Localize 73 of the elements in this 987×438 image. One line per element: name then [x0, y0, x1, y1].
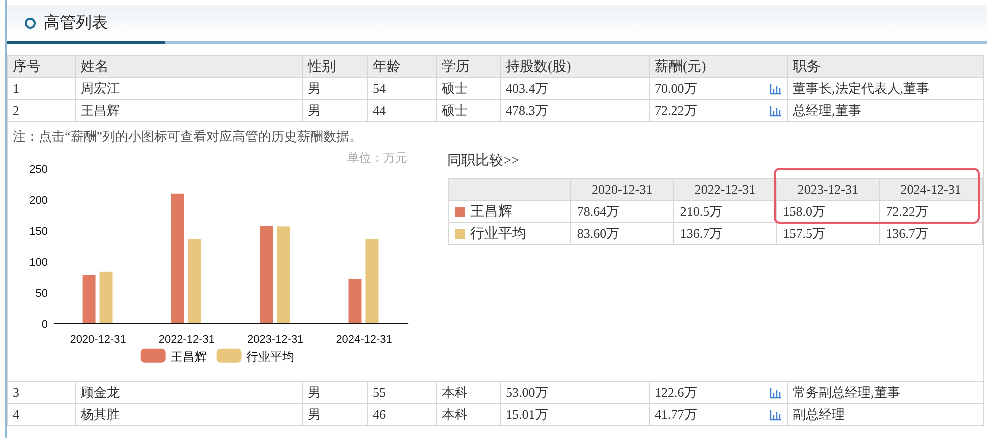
column-header: 2020-12-31: [570, 178, 674, 200]
column-header: 性别: [302, 56, 368, 78]
table-cell: 122.6万: [655, 384, 698, 402]
table-cell: 1: [8, 78, 76, 100]
axis-tick-label: 0: [42, 318, 48, 331]
table-cell: 54: [368, 78, 436, 100]
table-cell: 78.64万: [570, 200, 674, 222]
table-cell: 硕士: [436, 78, 500, 100]
axis-tick-label: 2024-12-31: [336, 334, 392, 346]
table-cell: 王昌辉: [76, 100, 302, 122]
axis-tick-label: 150: [30, 226, 48, 238]
axis-tick-label: 100: [30, 257, 48, 269]
table-cell: 478.3万: [500, 100, 650, 122]
table-cell: 4: [8, 404, 76, 426]
table-cell: 403.4万: [500, 78, 650, 100]
axis-tick-label: 2020-12-31: [70, 334, 126, 346]
table-cell: 53.00万: [500, 382, 650, 404]
comparison-title[interactable]: 同职比较>>: [448, 152, 520, 170]
axis-tick-label: 50: [36, 288, 48, 300]
table-cell: 周宏江: [76, 78, 302, 100]
unit-label: 单位：万元: [348, 151, 408, 166]
table-cell: 男: [302, 78, 368, 100]
table-cell: 硕士: [436, 100, 500, 122]
column-header: 2024-12-31: [880, 178, 982, 200]
table-cell: 董事长,法定代表人,董事: [788, 78, 984, 100]
table-cell: 本科: [436, 404, 500, 426]
table-cell: 男: [302, 382, 368, 404]
column-header: 年龄: [368, 56, 436, 78]
section-title: 高管列表: [44, 12, 108, 34]
axis-tick-label: 250: [30, 164, 48, 176]
table-cell: 2: [8, 100, 76, 122]
bar-chart-icon[interactable]: [770, 82, 782, 94]
table-cell: 44: [368, 100, 436, 122]
table-cell: 136.7万: [674, 222, 777, 244]
column-header: 姓名: [76, 56, 302, 78]
axis-tick-label: 2023-12-31: [248, 334, 304, 346]
table-cell: 41.77万: [655, 406, 698, 424]
axis-tick-label: 2022-12-31: [158, 334, 215, 346]
table-cell: 总经理,董事: [788, 100, 984, 122]
table-cell: 157.5万: [776, 222, 880, 244]
table-cell: 136.7万: [880, 222, 982, 244]
table-cell: 顾金龙: [76, 382, 302, 404]
circle-icon: [25, 18, 36, 28]
table-cell: 70.00万: [655, 80, 698, 98]
column-header: 学历: [436, 56, 500, 78]
table-cell: 本科: [436, 382, 500, 404]
column-header: 2022-12-31: [674, 178, 777, 200]
bar-chart-icon[interactable]: [770, 408, 782, 420]
column-header: 序号: [8, 56, 76, 78]
table-cell: 杨其胜: [76, 404, 302, 426]
table-cell: 55: [368, 382, 436, 404]
table-cell: 副总经理: [788, 404, 984, 426]
table-cell: 46: [368, 404, 436, 426]
table-cell: 83.60万: [570, 222, 674, 244]
bar-chart-icon[interactable]: [770, 104, 782, 116]
legend-label: 行业平均: [246, 350, 295, 364]
column-header: 薪酬(元): [650, 56, 788, 78]
table-cell: 男: [302, 404, 368, 426]
row-label: 王昌辉: [470, 204, 513, 220]
legend-label: 王昌辉: [170, 350, 207, 364]
row-label: 行业平均: [470, 226, 527, 242]
column-header: 2023-12-31: [776, 178, 880, 200]
table-cell: 男: [302, 100, 368, 122]
table-cell: 3: [8, 382, 76, 404]
table-cell: 常务副总经理,董事: [788, 382, 984, 404]
table-cell: 210.5万: [674, 200, 777, 222]
column-header: 职务: [788, 56, 984, 78]
axis-tick-label: 200: [30, 195, 48, 208]
table-cell: 72.22万: [655, 102, 698, 120]
bar-chart-icon[interactable]: [770, 386, 782, 398]
column-header: 持股数(股): [500, 56, 650, 78]
note-text: 注：点击“薪酬”列的小图标可查看对应高管的历史薪酬数据。: [13, 128, 363, 146]
table-cell: 15.01万: [500, 404, 650, 426]
